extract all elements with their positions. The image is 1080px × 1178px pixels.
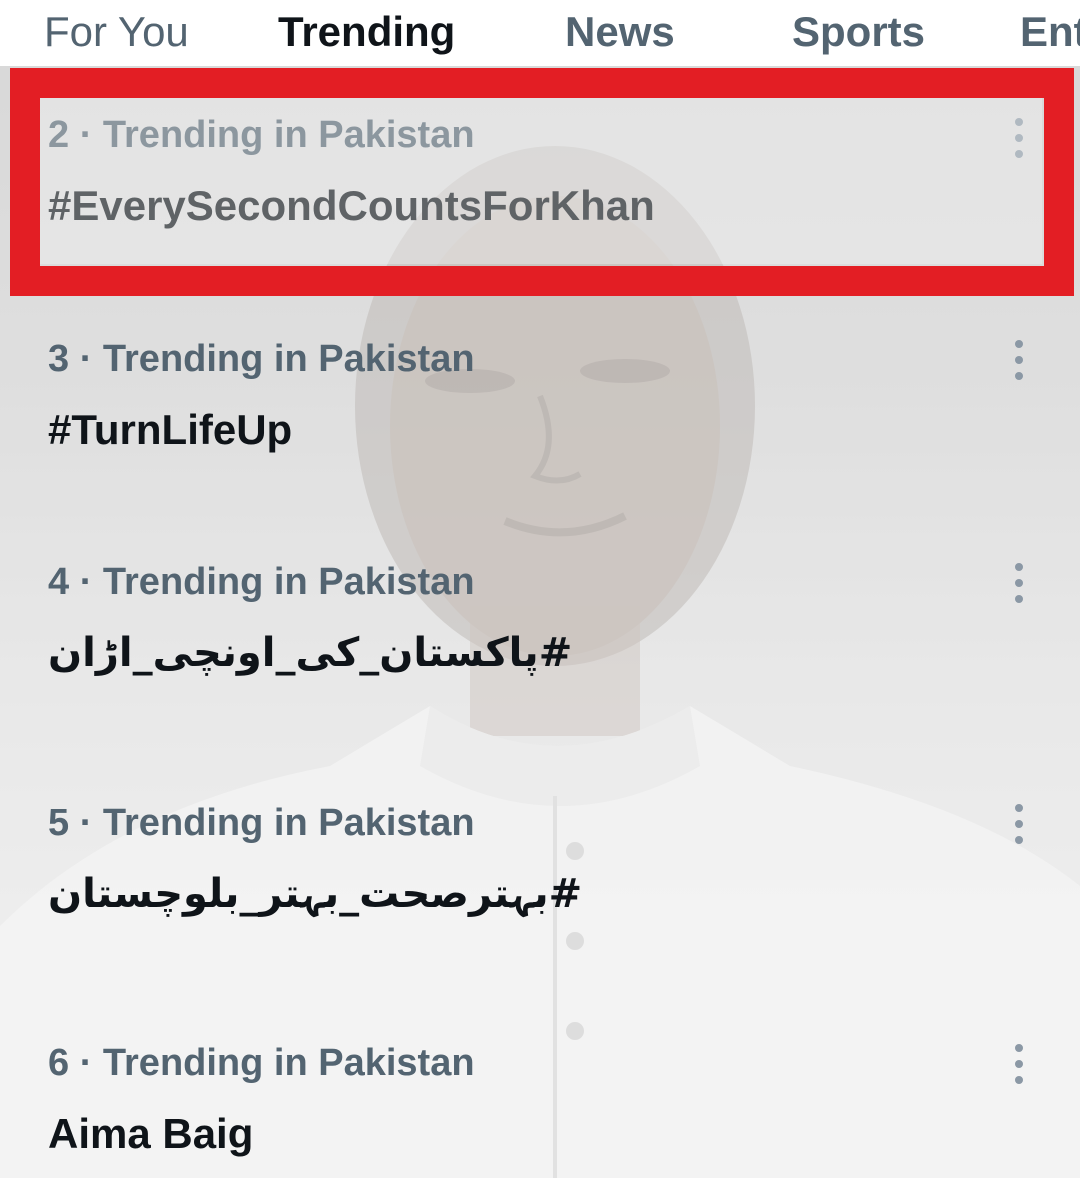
explore-tab-bar: For You Trending News Sports Ent <box>0 0 1080 66</box>
tab-news[interactable]: News <box>565 6 675 58</box>
trend-context: 5 · Trending in Pakistan <box>48 802 475 844</box>
trend-title: #بہترصحت_بہتر_بلوچستان <box>48 871 583 917</box>
trend-item[interactable]: 4 · Trending in Pakistan #پاکستان_کی_اون… <box>0 547 1080 747</box>
trends-list: 2 · Trending in Pakistan #EverySecondCou… <box>0 66 1080 1178</box>
trend-title: #TurnLifeUp <box>48 406 293 453</box>
trend-context: 6 · Trending in Pakistan <box>48 1042 475 1084</box>
trend-item[interactable]: 3 · Trending in Pakistan #TurnLifeUp <box>0 324 1080 524</box>
tab-trending[interactable]: Trending <box>278 6 455 58</box>
trend-context: 3 · Trending in Pakistan <box>48 338 475 380</box>
trend-context: 4 · Trending in Pakistan <box>48 561 475 603</box>
trend-item[interactable]: 6 · Trending in Pakistan Aima Baig <box>0 1028 1080 1178</box>
trending-screen: For You Trending News Sports Ent <box>0 0 1080 1178</box>
trend-title: #پاکستان_کی_اونچی_اڑان <box>48 630 573 676</box>
more-vertical-icon[interactable] <box>1006 338 1032 384</box>
more-vertical-icon[interactable] <box>1006 561 1032 607</box>
tab-for-you[interactable]: For You <box>44 6 189 58</box>
tab-sports[interactable]: Sports <box>792 6 925 58</box>
more-vertical-icon[interactable] <box>1006 802 1032 848</box>
trend-title: Aima Baig <box>48 1110 254 1157</box>
trend-item[interactable]: 5 · Trending in Pakistan #بہترصحت_بہتر_ب… <box>0 788 1080 988</box>
more-vertical-icon[interactable] <box>1006 1042 1032 1088</box>
highlight-fill <box>40 98 1042 264</box>
tab-entertainment[interactable]: Ent <box>1020 6 1080 58</box>
